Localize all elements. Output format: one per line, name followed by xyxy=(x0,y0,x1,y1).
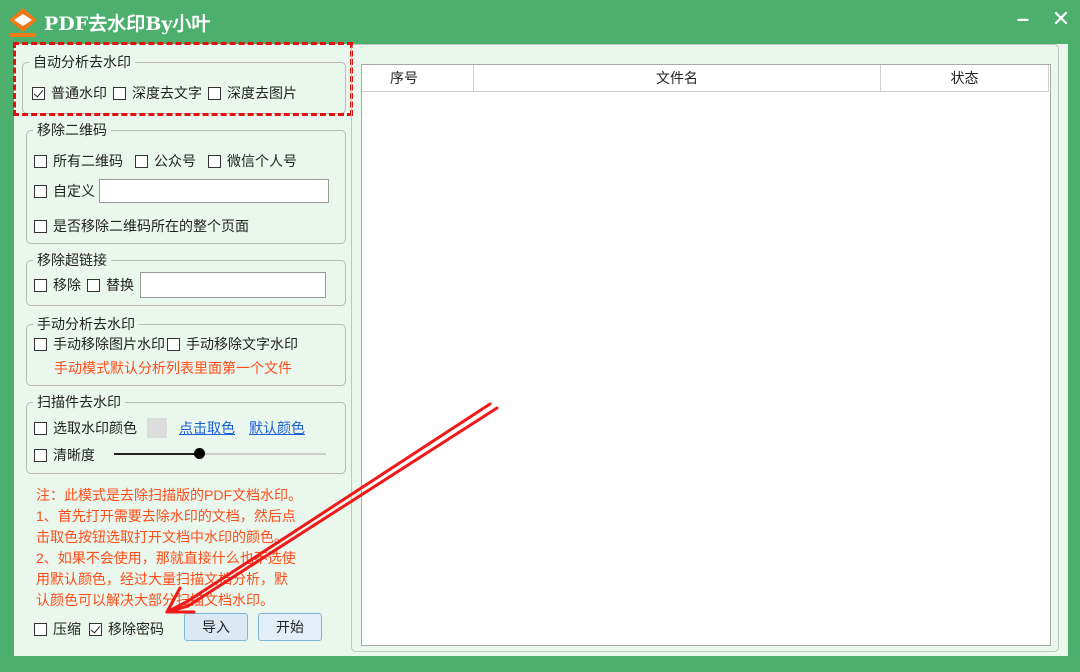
clarity-row: 清晰度 xyxy=(34,445,101,465)
bottom-options: 压缩 移除密码 xyxy=(34,619,170,639)
note-line: 用默认颜色，经过大量扫描文档分析，默 xyxy=(36,571,288,587)
note-line: 注：此模式是去除扫描版的PDF文档水印。 xyxy=(36,487,302,503)
remove-links-row: 移除 替换 xyxy=(34,272,326,298)
replace-link-input[interactable] xyxy=(140,272,326,298)
custom-qr-input[interactable] xyxy=(99,179,329,203)
close-button[interactable]: ✕ xyxy=(1046,6,1076,32)
clarity-slider-thumb[interactable] xyxy=(194,448,205,459)
manual-analysis-legend: 手动分析去水印 xyxy=(37,316,135,332)
manual-analysis-options: 手动移除图片水印 手动移除文字水印 xyxy=(34,334,304,354)
compress-label: 压缩 xyxy=(53,621,81,637)
column-header-filename[interactable]: 文件名 xyxy=(474,65,881,92)
clarity-checkbox[interactable] xyxy=(34,448,47,462)
note-line: 击取色按钮选取打开文档中水印的颜色。 xyxy=(36,529,288,545)
remove-links-legend: 移除超链接 xyxy=(37,252,107,268)
note-line: 1、首先打开需要去除水印的文档，然后点 xyxy=(36,508,296,524)
remove-qr-legend: 移除二维码 xyxy=(37,122,107,138)
wechat-personal-label: 微信个人号 xyxy=(227,153,297,169)
remove-link-label: 移除 xyxy=(53,277,81,293)
default-color-link[interactable]: 默认颜色 xyxy=(249,418,305,438)
custom-qr-checkbox[interactable] xyxy=(34,184,47,198)
start-button[interactable]: 开始 xyxy=(258,613,322,641)
pick-color-row: 选取水印颜色 点击取色 默认颜色 xyxy=(34,418,305,438)
custom-qr-row: 自定义 xyxy=(34,179,329,203)
click-pick-color-link[interactable]: 点击取色 xyxy=(179,418,235,438)
title-bar: PDF去水印By小叶 – ✕ xyxy=(0,0,1080,44)
manual-text-label: 手动移除文字水印 xyxy=(186,336,298,352)
remove-qr-options: 所有二维码 公众号 微信个人号 xyxy=(34,151,303,171)
highlight-box xyxy=(13,42,353,116)
note-line: 认颜色可以解决大部分扫描文档水印。 xyxy=(36,592,274,608)
file-list[interactable]: 序号 文件名 状态 xyxy=(361,64,1051,646)
whole-page-row: 是否移除二维码所在的整个页面 xyxy=(34,216,255,236)
compress-checkbox[interactable] xyxy=(34,622,47,636)
pick-color-checkbox[interactable] xyxy=(34,421,47,435)
pick-color-label: 选取水印颜色 xyxy=(53,420,137,436)
wechat-personal-checkbox[interactable] xyxy=(208,154,221,168)
all-qr-checkbox[interactable] xyxy=(34,154,47,168)
manual-image-checkbox[interactable] xyxy=(34,337,47,351)
scan-removal-legend: 扫描件去水印 xyxy=(37,394,121,410)
options-panel: 自动分析去水印 普通水印 深度去文字 深度去图片 移除二维码 所有二维码 公众号… xyxy=(13,42,354,656)
logo-icon xyxy=(9,8,37,37)
clarity-slider-fill xyxy=(114,453,199,455)
main-client-area: 自动分析去水印 普通水印 深度去文字 深度去图片 移除二维码 所有二维码 公众号… xyxy=(13,42,1068,656)
official-account-checkbox[interactable] xyxy=(135,154,148,168)
whole-page-label: 是否移除二维码所在的整个页面 xyxy=(53,218,249,234)
all-qr-label: 所有二维码 xyxy=(53,153,123,169)
manual-hint: 手动模式默认分析列表里面第一个文件 xyxy=(54,360,292,376)
note-line: 2、如果不会使用，那就直接什么也不选使 xyxy=(36,550,296,566)
custom-qr-label: 自定义 xyxy=(53,183,95,199)
file-list-header: 序号 文件名 状态 xyxy=(362,65,1049,92)
remove-link-checkbox[interactable] xyxy=(34,278,47,292)
official-account-label: 公众号 xyxy=(154,153,196,169)
window-title: PDF去水印By小叶 xyxy=(44,13,211,35)
remove-password-label: 移除密码 xyxy=(108,621,164,637)
whole-page-checkbox[interactable] xyxy=(34,219,47,233)
clarity-label: 清晰度 xyxy=(53,447,95,463)
replace-link-checkbox[interactable] xyxy=(87,278,100,292)
replace-link-label: 替换 xyxy=(106,277,134,293)
manual-image-label: 手动移除图片水印 xyxy=(53,336,165,352)
minimize-button[interactable]: – xyxy=(1008,6,1038,32)
scan-notes: 注：此模式是去除扫描版的PDF文档水印。 1、首先打开需要去除水印的文档，然后点… xyxy=(36,485,336,611)
manual-text-checkbox[interactable] xyxy=(167,337,180,351)
column-header-status[interactable]: 状态 xyxy=(881,65,1049,92)
remove-password-checkbox[interactable] xyxy=(89,622,102,636)
color-swatch[interactable] xyxy=(147,418,167,438)
column-header-index[interactable]: 序号 xyxy=(362,65,474,92)
import-button[interactable]: 导入 xyxy=(184,613,248,641)
